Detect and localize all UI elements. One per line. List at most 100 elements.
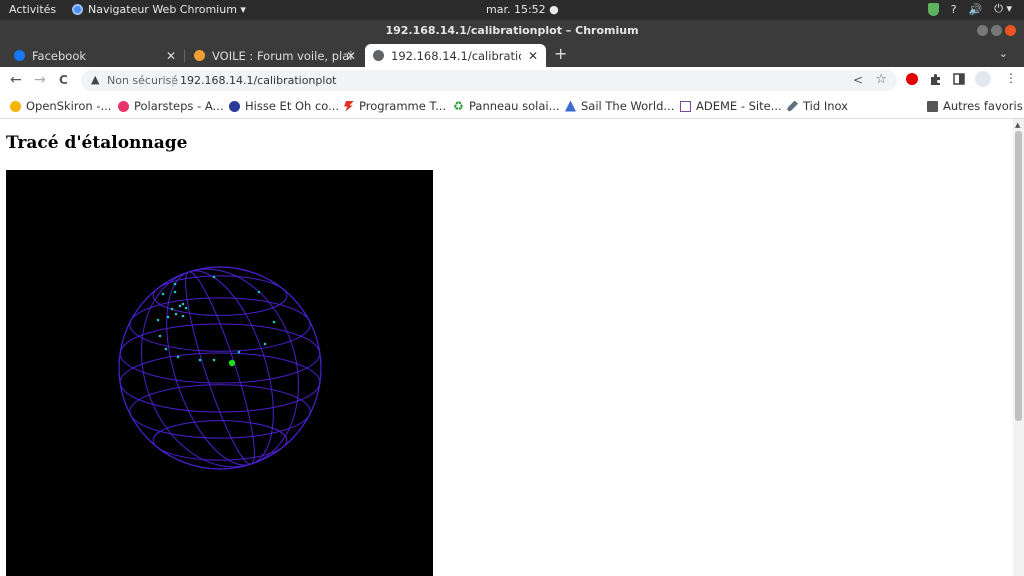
warning-icon[interactable]: ▲ bbox=[91, 73, 99, 86]
bookmark-label: Panneau solai... bbox=[469, 99, 560, 113]
facebook-favicon-icon bbox=[14, 50, 25, 61]
bookmark-openskiron[interactable]: OpenSkiron -... bbox=[10, 99, 111, 113]
calibration-plot bbox=[6, 170, 433, 576]
current-reading-point bbox=[228, 359, 236, 367]
volume-icon[interactable]: 🔊 bbox=[969, 3, 983, 16]
profile-avatar[interactable] bbox=[975, 71, 991, 87]
other-bookmarks-folder[interactable]: Autres favoris bbox=[927, 99, 1023, 113]
sample-point bbox=[176, 355, 180, 359]
sample-point bbox=[181, 302, 185, 306]
opera-extension-icon[interactable] bbox=[906, 73, 918, 85]
bookmark-label: Sail The World... bbox=[581, 99, 675, 113]
vertical-scrollbar[interactable]: ▲ bbox=[1013, 119, 1024, 576]
window-title-bar: 192.168.14.1/calibrationplot – Chromium bbox=[0, 20, 1024, 42]
bookmark-label: Programme T... bbox=[359, 99, 447, 113]
bookmark-hisse-et-oh[interactable]: Hisse Et Oh co... bbox=[229, 99, 339, 113]
bookmark-polarsteps[interactable]: Polarsteps - A... bbox=[118, 99, 224, 113]
voile-favicon-icon bbox=[194, 50, 205, 61]
bookmark-sail-the-world[interactable]: Sail The World... bbox=[565, 99, 674, 113]
sample-point bbox=[174, 312, 178, 316]
sphere-latitude-line bbox=[119, 323, 321, 384]
bookmark-panneau-solaire[interactable]: ♻ Panneau solai... bbox=[453, 99, 560, 113]
tab-close-icon[interactable]: ✕ bbox=[166, 49, 176, 63]
bookmark-tid-inox[interactable]: Tid Inox bbox=[787, 99, 848, 113]
address-bar[interactable]: ▲ Non sécurisé | 192.168.14.1/calibratio… bbox=[81, 70, 897, 91]
power-icon[interactable]: ⏻ ▾ bbox=[994, 2, 1012, 16]
bookmark-star-icon[interactable]: ☆ bbox=[875, 72, 887, 87]
sphere-outline bbox=[118, 266, 322, 470]
app-menu[interactable]: Navigateur Web Chromium ▾ bbox=[72, 3, 246, 16]
tab-facebook[interactable]: Facebook ✕ bbox=[0, 44, 184, 67]
shield-icon[interactable] bbox=[927, 2, 939, 16]
app-menu-label: Navigateur Web Chromium ▾ bbox=[88, 3, 246, 16]
bookmark-label: ADEME - Site... bbox=[696, 99, 782, 113]
sample-point bbox=[212, 275, 216, 279]
extensions-puzzle-icon[interactable] bbox=[929, 73, 942, 86]
scrollbar-thumb[interactable] bbox=[1015, 131, 1022, 421]
sample-point bbox=[156, 318, 160, 322]
sample-point bbox=[257, 290, 261, 294]
window-controls bbox=[977, 25, 1016, 36]
tab-label: VOILE : Forum voile, plais bbox=[212, 48, 352, 63]
sample-point bbox=[181, 314, 185, 318]
ademe-icon bbox=[680, 100, 691, 112]
openskiron-icon bbox=[10, 100, 21, 112]
url-text[interactable]: 192.168.14.1/calibrationplot bbox=[180, 74, 336, 87]
clock[interactable]: mar. 15:52 ● bbox=[486, 3, 559, 16]
back-button[interactable]: ← bbox=[10, 72, 22, 88]
sail-icon bbox=[565, 100, 576, 112]
tab-calibrationplot[interactable]: 192.168.14.1/calibrationp ✕ bbox=[365, 44, 546, 67]
window-title: 192.168.14.1/calibrationplot – Chromium bbox=[385, 24, 639, 37]
bookmarks-bar: OpenSkiron -... Polarsteps - A... Hisse … bbox=[0, 94, 1024, 119]
folder-icon bbox=[927, 100, 938, 112]
sample-point bbox=[166, 315, 170, 319]
new-tab-button[interactable]: + bbox=[554, 44, 567, 63]
hisse-et-oh-icon bbox=[229, 100, 240, 112]
scroll-up-arrow-icon[interactable]: ▲ bbox=[1015, 121, 1020, 129]
menu-kebab-icon[interactable]: ⋮ bbox=[1005, 71, 1017, 85]
minimize-button[interactable] bbox=[977, 25, 988, 36]
sample-point bbox=[212, 358, 216, 362]
share-icon[interactable]: < bbox=[853, 73, 863, 87]
tab-close-icon[interactable]: ✕ bbox=[346, 49, 356, 63]
reload-button[interactable]: C bbox=[59, 73, 68, 87]
sample-point bbox=[158, 334, 162, 338]
sample-point bbox=[263, 342, 267, 346]
chromium-icon bbox=[72, 4, 83, 15]
side-panel-icon[interactable] bbox=[953, 73, 965, 85]
maximize-button[interactable] bbox=[991, 25, 1002, 36]
recycle-icon: ♻ bbox=[453, 98, 464, 113]
sphere-longitude-line bbox=[166, 270, 274, 466]
bookmark-label: Hisse Et Oh co... bbox=[245, 99, 340, 113]
forward-button[interactable]: → bbox=[34, 72, 46, 88]
calibration-sphere-svg bbox=[118, 266, 322, 470]
tab-voile-forum[interactable]: VOILE : Forum voile, plais ✕ bbox=[186, 44, 364, 67]
page-content: Tracé d'étalonnage bbox=[0, 119, 1013, 576]
sample-point bbox=[184, 306, 188, 310]
globe-icon bbox=[373, 50, 384, 61]
sample-point bbox=[198, 358, 202, 362]
bookmark-label: OpenSkiron -... bbox=[26, 99, 112, 113]
tab-label: Facebook bbox=[32, 48, 87, 63]
sample-point bbox=[237, 350, 241, 354]
sample-point bbox=[170, 307, 174, 311]
activities-button[interactable]: Activités bbox=[9, 3, 56, 16]
bookmark-label: Tid Inox bbox=[803, 99, 848, 113]
sample-point bbox=[164, 347, 168, 351]
bookmark-ademe[interactable]: ADEME - Site... bbox=[680, 99, 782, 113]
wrench-icon bbox=[787, 100, 798, 112]
tab-label: 192.168.14.1/calibrationp bbox=[391, 48, 521, 63]
tab-search-chevron-icon[interactable]: ⌄ bbox=[999, 47, 1008, 60]
system-top-bar: Activités Navigateur Web Chromium ▾ mar.… bbox=[0, 0, 1024, 20]
security-label[interactable]: Non sécurisé bbox=[107, 74, 178, 87]
close-window-button[interactable] bbox=[1005, 25, 1016, 36]
help-icon[interactable]: ? bbox=[951, 3, 957, 16]
programme-icon bbox=[344, 100, 354, 112]
system-tray[interactable]: ? 🔊 ⏻ ▾ bbox=[927, 2, 1012, 16]
polarsteps-icon bbox=[118, 100, 129, 112]
bookmark-programme[interactable]: Programme T... bbox=[343, 99, 446, 113]
sphere-longitude-line bbox=[118, 266, 322, 470]
tab-close-icon[interactable]: ✕ bbox=[528, 49, 538, 63]
sample-point bbox=[173, 290, 177, 294]
other-bookmarks-label: Autres favoris bbox=[943, 99, 1023, 113]
